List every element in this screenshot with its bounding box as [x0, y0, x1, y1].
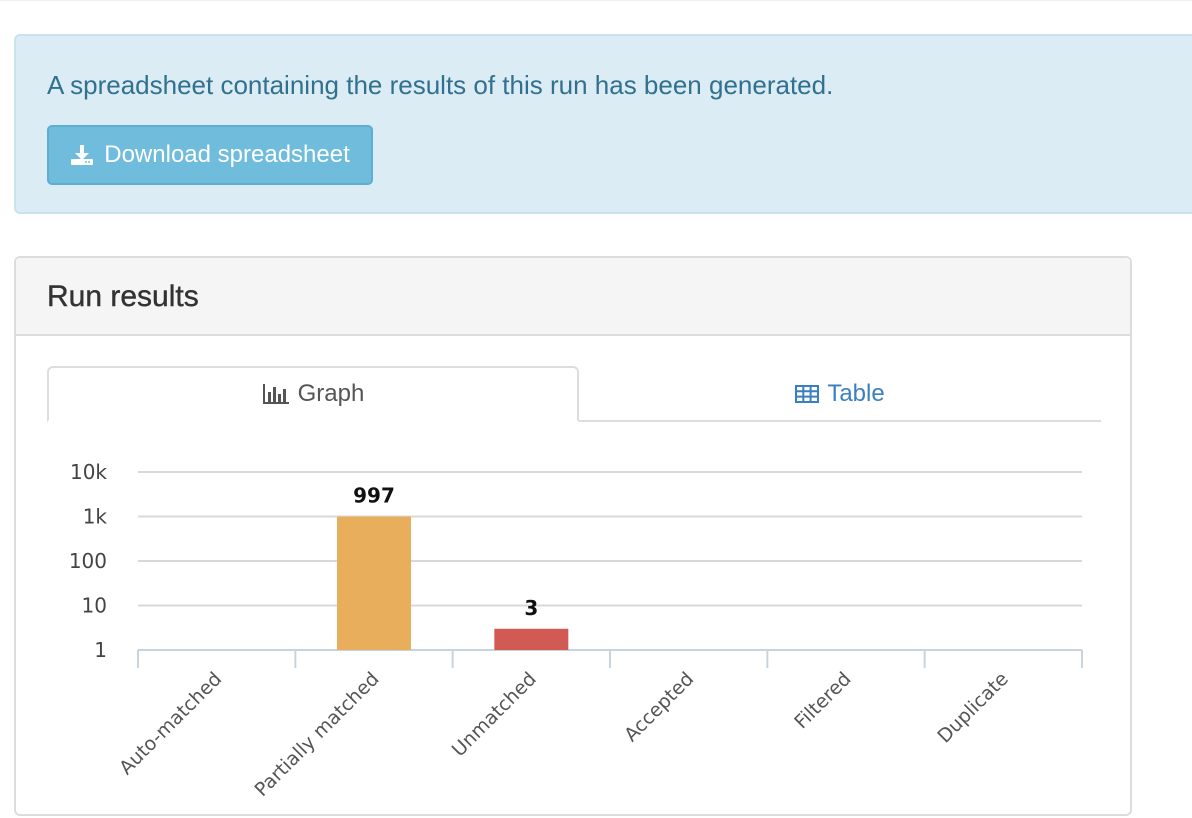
- x-category-label: Unmatched: [448, 668, 541, 761]
- results-tabs: Graph Table: [47, 366, 1101, 422]
- tab-table-label: Table: [827, 380, 885, 407]
- x-category-label: Filtered: [790, 668, 855, 733]
- panel-heading: Run results: [16, 258, 1130, 336]
- y-tick-label: 100: [69, 549, 107, 573]
- tab-graph-label: Graph: [297, 380, 365, 407]
- bar-unmatched: [494, 628, 569, 650]
- y-tick-label: 1k: [83, 505, 108, 529]
- spreadsheet-alert: A spreadsheet containing the results of …: [14, 34, 1192, 214]
- run-results-panel: Run results Graph Table 1 10 100 1k 10k …: [14, 256, 1132, 816]
- x-category-label: Auto-matched: [115, 668, 226, 779]
- y-tick-label: 1: [94, 638, 107, 662]
- bar-chart-icon: [262, 384, 289, 404]
- data-label: 3: [524, 596, 538, 620]
- x-category-label: Partially matched: [251, 668, 384, 801]
- tab-graph[interactable]: Graph: [47, 366, 579, 422]
- alert-message: A spreadsheet containing the results of …: [47, 70, 834, 100]
- panel-title: Run results: [47, 280, 199, 313]
- download-icon: [71, 145, 94, 165]
- x-category-label: Duplicate: [933, 668, 1013, 748]
- download-button-label: Download spreadsheet: [104, 141, 350, 168]
- download-spreadsheet-button[interactable]: Download spreadsheet: [47, 125, 373, 185]
- x-category-label: Accepted: [620, 668, 698, 746]
- bar-partially-matched: [337, 516, 411, 650]
- run-results-chart: 1 10 100 1k 10k Auto-matched 997 Partially matc…: [69, 460, 1083, 801]
- y-tick-label: 10k: [70, 460, 107, 484]
- y-tick-label: 10: [82, 594, 107, 618]
- top-divider: [0, 0, 1192, 1]
- table-icon: [795, 385, 820, 403]
- tab-table[interactable]: Table: [579, 366, 1101, 422]
- data-label: 997: [353, 484, 395, 508]
